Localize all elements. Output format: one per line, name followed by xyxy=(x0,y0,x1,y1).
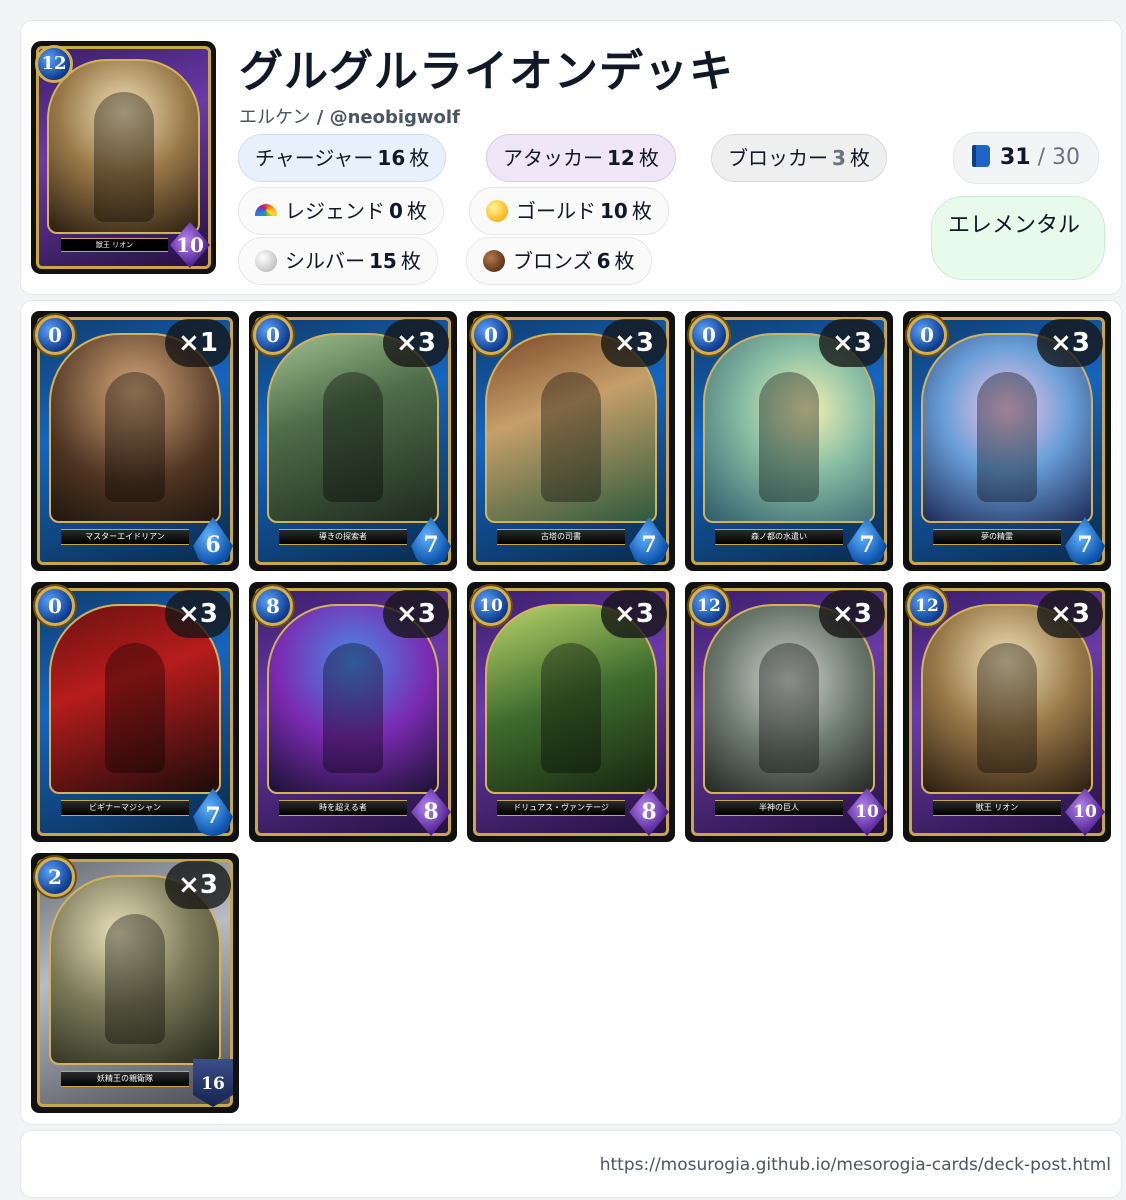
role-attacker-badge: アタッカー 12 枚 xyxy=(486,134,676,182)
rarity-label: ゴールド xyxy=(516,199,596,223)
rarity-unit: 枚 xyxy=(400,249,421,273)
rarity-label: シルバー xyxy=(285,249,365,273)
card-name: マスターエイドリアン xyxy=(61,529,189,545)
rarity-unit: 枚 xyxy=(614,249,635,273)
card-cost: 0 xyxy=(253,315,293,355)
book-icon xyxy=(972,145,990,167)
rarity-count: 15 xyxy=(369,249,397,273)
hero-card-cost: 12 xyxy=(35,45,73,83)
deck-card[interactable]: 妖精王の親衛隊 2 16 ×3 xyxy=(31,853,239,1113)
card-count-badge: ×3 xyxy=(165,861,231,909)
gold-circle-icon xyxy=(486,200,508,222)
card-cost: 0 xyxy=(35,315,75,355)
card-name: ドリュアス・ヴァンテージ xyxy=(497,800,625,816)
card-count-badge: ×3 xyxy=(601,590,667,638)
card-count-max: / 30 xyxy=(1037,145,1081,170)
card-count-badge: ×3 xyxy=(383,319,449,367)
deck-card[interactable]: 古塔の司書 0 7 ×3 xyxy=(467,311,675,571)
deck-element-badge: エレメンタル xyxy=(931,196,1105,280)
deck-author: エルケン / @neobigwolf xyxy=(239,103,460,129)
rarity-label: ブロンズ xyxy=(513,249,593,273)
role-label: ブロッカー xyxy=(728,146,828,170)
card-name: 時を超える者 xyxy=(279,800,407,816)
deck-card[interactable]: ドリュアス・ヴァンテージ 10 8 ×3 xyxy=(467,582,675,842)
card-name: 獣王 リオン xyxy=(933,800,1061,816)
card-count-badge: ×3 xyxy=(819,590,885,638)
role-label: チャージャー xyxy=(255,146,374,170)
author-separator: / xyxy=(310,107,330,128)
card-cost: 0 xyxy=(35,586,75,626)
deck-card[interactable]: ビギナーマジシャン 0 7 ×3 xyxy=(31,582,239,842)
card-name: 古塔の司書 xyxy=(497,529,625,545)
deck-card[interactable]: 夢の精霊 0 7 ×3 xyxy=(903,311,1111,571)
deck-card-count: 31 / 30 xyxy=(953,132,1100,184)
card-count-badge: ×3 xyxy=(1037,590,1103,638)
rarity-bronze-badge: ブロンズ 6 枚 xyxy=(466,237,652,285)
deck-card[interactable]: 導きの探索者 0 7 ×3 xyxy=(249,311,457,571)
card-cost: 0 xyxy=(471,315,511,355)
card-cost: 0 xyxy=(907,315,947,355)
deck-card[interactable]: マスターエイドリアン 0 6 ×1 xyxy=(31,311,239,571)
card-cost: 0 xyxy=(689,315,729,355)
card-name: ビギナーマジシャン xyxy=(61,800,189,816)
role-unit: 枚 xyxy=(849,146,870,170)
card-cost: 12 xyxy=(907,586,947,626)
card-count-badge: ×3 xyxy=(601,319,667,367)
rarity-gold-badge: ゴールド 10 枚 xyxy=(469,187,669,235)
card-count-current: 31 xyxy=(1000,145,1031,170)
role-count: 16 xyxy=(377,146,406,170)
card-cost: 10 xyxy=(471,586,511,626)
deck-title: グルグルライオンデッキ xyxy=(239,46,734,97)
rarity-legend-badge: レジェンド 0 枚 xyxy=(238,187,444,235)
card-art xyxy=(47,59,200,234)
rarity-silver-badge: シルバー 15 枚 xyxy=(238,237,438,285)
hero-card-name: 獣王 リオン xyxy=(61,238,168,252)
role-blocker-badge: ブロッカー 3 枚 xyxy=(711,134,887,182)
footer-url[interactable]: https://mosurogia.github.io/mesorogia-ca… xyxy=(600,1155,1111,1175)
rainbow-icon xyxy=(255,204,277,216)
role-unit: 枚 xyxy=(409,146,430,170)
card-name: 半神の巨人 xyxy=(715,800,843,816)
role-count: 3 xyxy=(832,146,846,170)
card-count-badge: ×3 xyxy=(165,590,231,638)
author-name: エルケン xyxy=(239,107,311,128)
rarity-count: 10 xyxy=(600,199,628,223)
deck-header: 獣王 リオン 12 10 グルグルライオンデッキ エルケン / @neobigw… xyxy=(20,20,1122,295)
card-cost: 2 xyxy=(35,857,75,897)
deck-hero-card[interactable]: 獣王 リオン 12 10 xyxy=(31,41,216,274)
silver-circle-icon xyxy=(255,250,277,272)
card-name: 夢の精霊 xyxy=(933,529,1061,545)
footer: https://mosurogia.github.io/mesorogia-ca… xyxy=(20,1130,1122,1198)
card-grid: マスターエイドリアン 0 6 ×1 導きの探索者 0 7 ×3 古塔の司書 0 7 ×3 森ノ都の水遣い… xyxy=(20,300,1122,1125)
deck-card[interactable]: 時を超える者 8 8 ×3 xyxy=(249,582,457,842)
card-count-badge: ×3 xyxy=(383,590,449,638)
author-handle[interactable]: @neobigwolf xyxy=(330,107,460,128)
rarity-label: レジェンド xyxy=(285,199,385,223)
deck-card[interactable]: 半神の巨人 12 10 ×3 xyxy=(685,582,893,842)
card-count-badge: ×3 xyxy=(1037,319,1103,367)
rarity-unit: 枚 xyxy=(631,199,652,223)
card-name: 妖精王の親衛隊 xyxy=(61,1071,189,1087)
deck-card[interactable]: 森ノ都の水遣い 0 7 ×3 xyxy=(685,311,893,571)
card-cost: 12 xyxy=(689,586,729,626)
card-count-badge: ×3 xyxy=(819,319,885,367)
role-unit: 枚 xyxy=(638,146,659,170)
card-cost: 8 xyxy=(253,586,293,626)
card-count-badge: ×1 xyxy=(165,319,231,367)
deck-card[interactable]: 獣王 リオン 12 10 ×3 xyxy=(903,582,1111,842)
role-charger-badge: チャージャー 16 枚 xyxy=(238,134,447,182)
role-label: アタッカー xyxy=(503,146,603,170)
rarity-count: 6 xyxy=(596,249,611,273)
bronze-circle-icon xyxy=(483,250,505,272)
rarity-unit: 枚 xyxy=(406,199,427,223)
role-count: 12 xyxy=(607,146,635,170)
rarity-count: 0 xyxy=(389,199,403,223)
card-name: 森ノ都の水遣い xyxy=(715,529,843,545)
card-name: 導きの探索者 xyxy=(279,529,407,545)
